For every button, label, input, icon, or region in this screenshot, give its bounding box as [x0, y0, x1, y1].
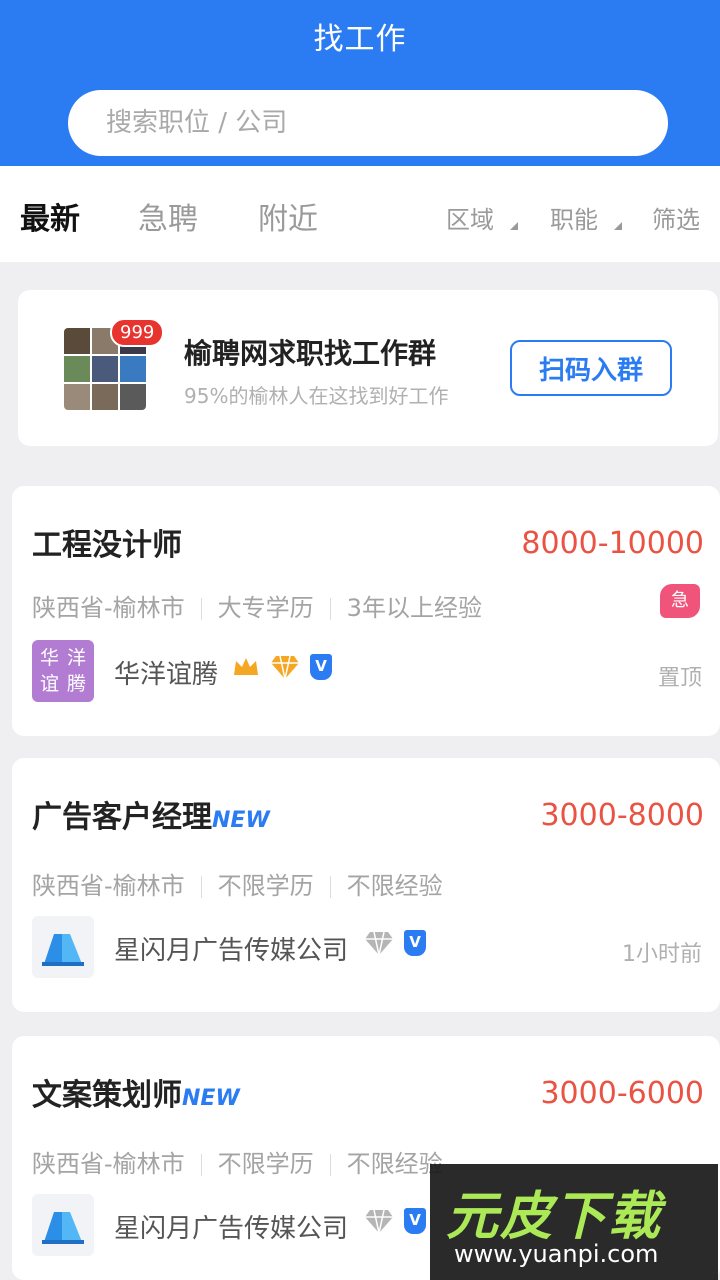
- filter-screen[interactable]: 筛选: [652, 200, 700, 235]
- job-title: 文案策划师: [32, 1078, 182, 1113]
- job-title-row: 广告客户经理NEW: [32, 792, 270, 836]
- gold-diamond-icon: [271, 655, 299, 680]
- dropdown-triangle-icon: [614, 222, 622, 230]
- job-title-row: 文案策划师NEW: [32, 1070, 240, 1114]
- logo-char: 谊: [39, 673, 59, 695]
- tab-nearby[interactable]: 附近: [258, 194, 318, 238]
- site-watermark: 元皮下载 www.yuanpi.com: [430, 1164, 718, 1280]
- job-post-time: 1小时前: [622, 942, 702, 967]
- unread-badge: 999: [110, 318, 165, 347]
- job-experience: 不限经验: [346, 872, 443, 900]
- job-location: 陕西省-榆林市: [32, 872, 185, 900]
- watermark-url: www.yuanpi.com: [454, 1240, 659, 1268]
- new-tag: NEW: [212, 808, 270, 833]
- divider: [329, 598, 331, 620]
- new-tag: NEW: [182, 1086, 240, 1111]
- search-input[interactable]: [68, 90, 668, 156]
- verified-icon: V: [404, 1208, 426, 1234]
- tab-latest[interactable]: 最新: [20, 194, 80, 238]
- divider: [200, 1154, 202, 1176]
- filter-region[interactable]: 区域: [446, 200, 494, 235]
- divider: [200, 876, 202, 898]
- logo-char: 洋: [66, 647, 86, 669]
- job-education: 大专学历: [217, 594, 314, 622]
- filter-function[interactable]: 职能: [550, 200, 598, 235]
- company-logo: 华洋谊腾: [32, 640, 94, 702]
- join-group-button[interactable]: 扫码入群: [510, 340, 672, 396]
- company-name: 华洋谊腾: [114, 660, 219, 690]
- job-experience: 3年以上经验: [346, 594, 482, 622]
- job-title: 工程没计师: [32, 528, 182, 563]
- job-card[interactable]: 广告客户经理NEW 3000-8000 陕西省-榆林市 不限学历 不限经验 星闪月广…: [12, 758, 720, 1012]
- job-salary: 8000-10000: [521, 526, 704, 561]
- divider: [329, 1154, 331, 1176]
- company-logo: [32, 916, 94, 978]
- job-education: 不限学历: [217, 872, 314, 900]
- page-title: 找工作: [313, 22, 407, 57]
- job-meta: 陕西省-榆林市 不限学历 不限经验: [32, 1144, 443, 1179]
- tab-urgent[interactable]: 急聘: [138, 194, 198, 238]
- verified-icon: V: [404, 930, 426, 956]
- verified-icon: V: [310, 654, 332, 680]
- banner-title: 榆聘网求职找工作群: [184, 337, 437, 370]
- company-badges: V: [364, 930, 426, 956]
- divider: [329, 876, 331, 898]
- job-experience: 不限经验: [346, 1150, 443, 1178]
- job-title: 广告客户经理: [32, 800, 212, 835]
- divider: [200, 598, 202, 620]
- company-badges: V: [364, 1208, 426, 1234]
- job-salary: 3000-8000: [540, 798, 704, 833]
- company-badges: V: [232, 654, 332, 680]
- logo-char: 腾: [66, 673, 86, 695]
- building-logo-icon: [42, 934, 84, 966]
- company-name: 星闪月广告传媒公司: [114, 1214, 349, 1244]
- job-salary: 3000-6000: [540, 1076, 704, 1111]
- dropdown-triangle-icon: [510, 222, 518, 230]
- logo-char: 华: [39, 647, 59, 669]
- silver-diamond-icon: [365, 1209, 393, 1234]
- job-meta: 陕西省-榆林市 大专学历 3年以上经验: [32, 588, 482, 623]
- app-header: 找工作: [0, 0, 720, 166]
- company-name: 星闪月广告传媒公司: [114, 936, 349, 966]
- company-logo: [32, 1194, 94, 1256]
- job-education: 不限学历: [217, 1150, 314, 1178]
- watermark-brand: 元皮下载: [446, 1187, 663, 1247]
- building-logo-icon: [42, 1212, 84, 1244]
- silver-diamond-icon: [365, 931, 393, 956]
- tab-bar: 最新 急聘 附近 区域 职能 筛选: [0, 166, 720, 262]
- urgent-badge: 急: [660, 584, 700, 618]
- job-location: 陕西省-榆林市: [32, 594, 185, 622]
- job-meta: 陕西省-榆林市 不限学历 不限经验: [32, 866, 443, 901]
- group-banner[interactable]: 999 榆聘网求职找工作群 95%的榆林人在这找到好工作 扫码入群: [18, 290, 718, 446]
- job-status: 置顶: [657, 666, 702, 691]
- job-card[interactable]: 工程没计师 8000-10000 陕西省-榆林市 大专学历 3年以上经验 急 华洋谊…: [12, 486, 720, 736]
- job-location: 陕西省-榆林市: [32, 1150, 185, 1178]
- search-box[interactable]: [68, 90, 668, 156]
- crown-icon: [234, 658, 258, 675]
- banner-subtitle: 95%的榆林人在这找到好工作: [184, 384, 449, 408]
